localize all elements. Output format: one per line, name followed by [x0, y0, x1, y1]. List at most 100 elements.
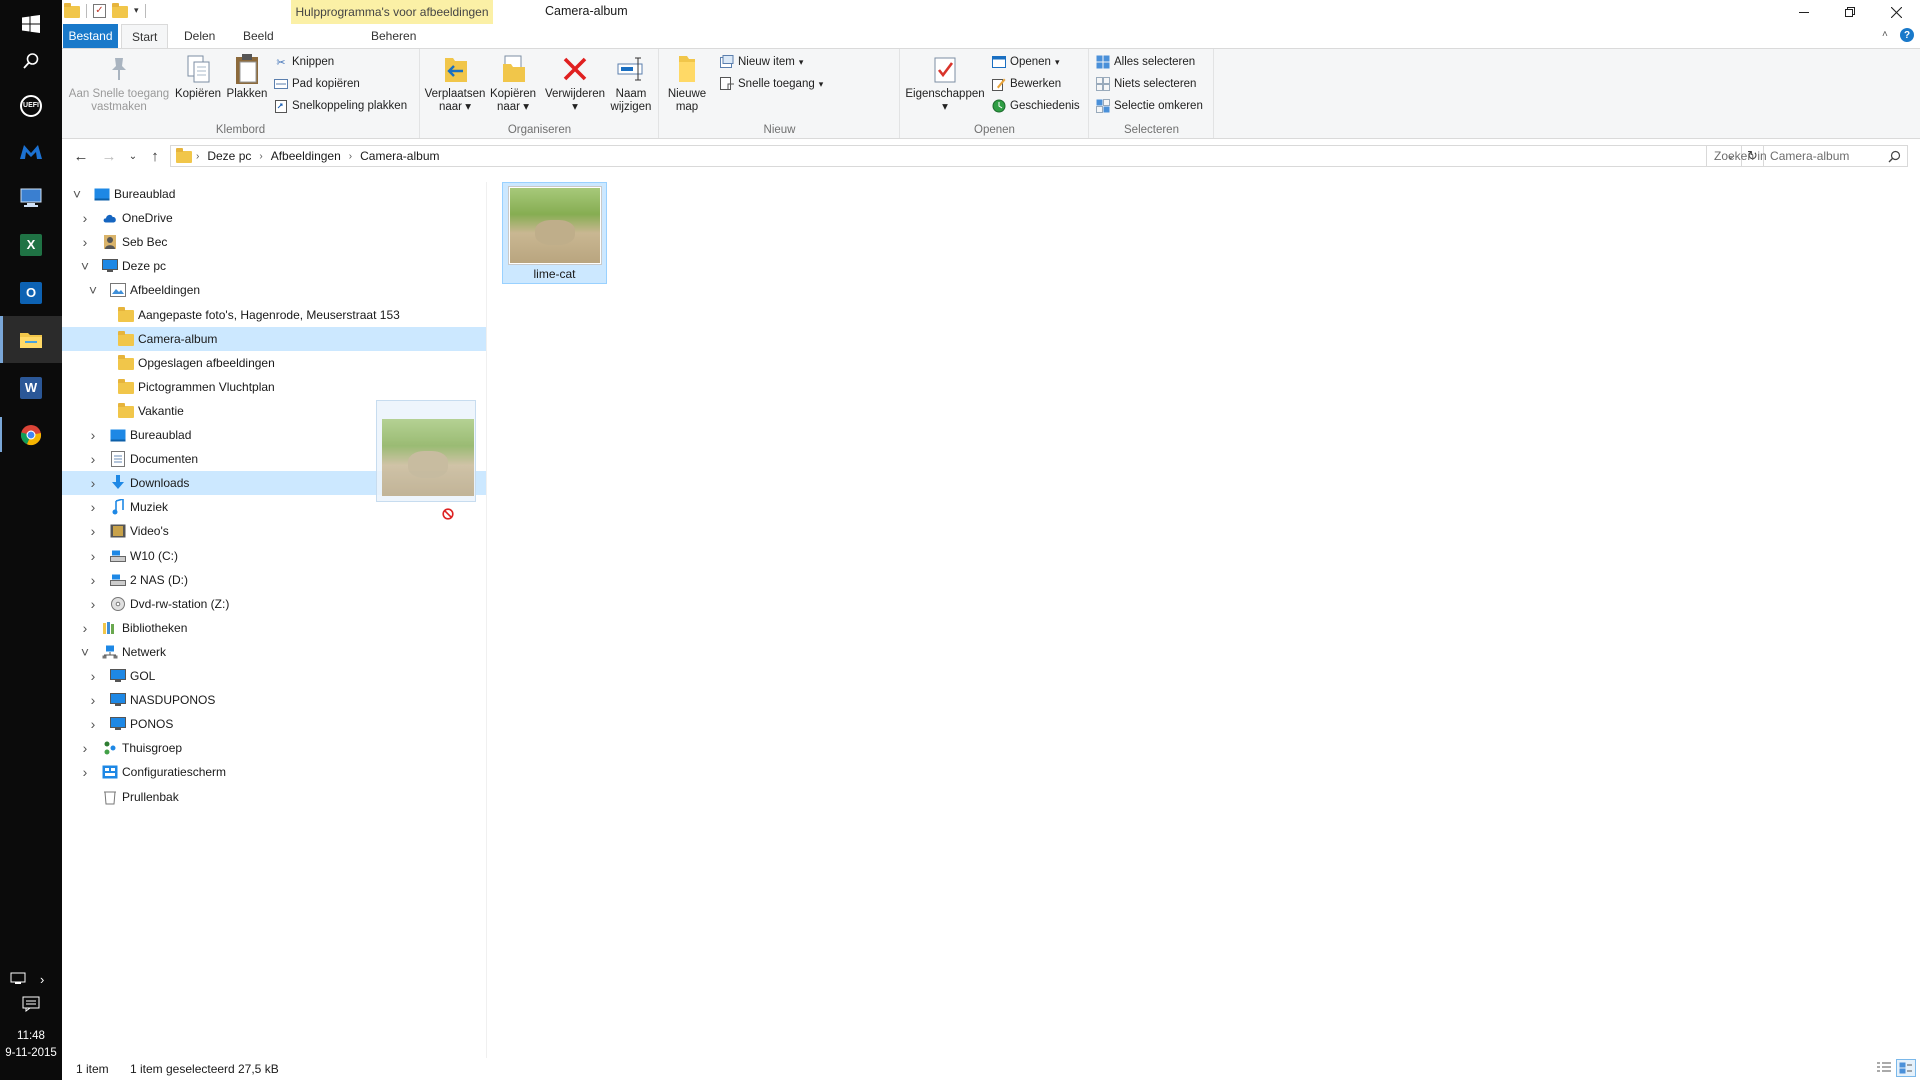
cut-button[interactable]: ✂ Knippen [274, 53, 334, 71]
tab-start[interactable]: Start [121, 24, 169, 49]
taskbar-app-word[interactable]: W [0, 364, 62, 411]
address-bar[interactable]: › Deze pc › Afbeeldingen › Camera-album … [170, 145, 1742, 167]
tree-item[interactable]: ˅ Deze pc [62, 254, 486, 278]
chevron-right-icon[interactable]: › [87, 712, 99, 736]
close-button[interactable] [1873, 0, 1919, 24]
action-center-icon[interactable] [22, 996, 40, 1015]
tree-item[interactable]: Pictogrammen Vluchtplan [62, 375, 486, 399]
chevron-right-icon[interactable]: › [87, 592, 99, 616]
minimize-button[interactable] [1781, 0, 1827, 24]
taskbar-app-chrome[interactable] [0, 411, 62, 458]
tree-item[interactable]: ˅ Afbeeldingen [62, 278, 486, 302]
breadcrumb-pictures[interactable]: Afbeeldingen [267, 149, 345, 163]
tree-item[interactable]: › 2 NAS (D:) [62, 568, 486, 592]
properties-button[interactable]: Eigenschappen ▾ [905, 53, 985, 114]
chevron-right-icon[interactable]: › [87, 471, 99, 495]
chevron-right-icon[interactable]: › [87, 495, 99, 519]
up-button[interactable]: ↑ [144, 145, 166, 167]
search-button[interactable] [0, 37, 62, 84]
taskbar-clock[interactable]: 11:48 9-11-2015 [0, 1028, 62, 1062]
copy-to-button[interactable]: Kopiëren naar ▾ [488, 53, 538, 114]
tree-item[interactable]: Camera-album [62, 326, 486, 351]
help-icon[interactable]: ? [1900, 28, 1914, 42]
tree-item[interactable]: › Bibliotheken [62, 616, 486, 640]
chevron-right-icon[interactable]: › [87, 519, 99, 543]
chevron-right-icon[interactable]: › [79, 616, 91, 640]
tree-item[interactable]: Opgeslagen afbeeldingen [62, 351, 486, 375]
title-bar[interactable]: ✓ ▾ Hulpprogramma's voor afbeeldingen Ca… [62, 0, 1920, 24]
tree-item[interactable]: › Dvd-rw-station (Z:) [62, 592, 486, 616]
paste-shortcut-button[interactable]: Snelkoppeling plakken [274, 97, 407, 115]
chevron-down-icon[interactable]: ˅ [71, 182, 83, 206]
taskbar-app-uefi[interactable]: UEFI [0, 82, 62, 129]
pin-quick-access-button[interactable]: Aan Snelle toegang vastmaken [67, 53, 171, 114]
chevron-down-icon[interactable]: ˅ [79, 640, 91, 664]
tree-item[interactable]: Prullenbak [62, 785, 486, 809]
chevron-right-icon[interactable]: › [79, 206, 91, 230]
tab-file[interactable]: Bestand [63, 24, 118, 48]
tray-expand-icon[interactable]: › [40, 972, 44, 987]
delete-button[interactable]: Verwijderen ▾ [543, 53, 607, 114]
new-folder-qat-icon[interactable] [112, 3, 128, 18]
tree-item[interactable]: Aangepaste foto's, Hagenrode, Meuserstra… [62, 303, 486, 327]
invert-selection-button[interactable]: Selectie omkeren [1096, 97, 1203, 115]
tab-view[interactable]: Beeld [233, 24, 284, 48]
taskbar-app-excel[interactable]: X [0, 221, 62, 268]
history-button[interactable]: Geschiedenis [992, 97, 1080, 115]
chevron-right-icon[interactable]: › [87, 688, 99, 712]
tab-manage[interactable]: Beheren [361, 24, 427, 48]
chevron-down-icon[interactable]: ˅ [79, 254, 91, 278]
restore-button[interactable] [1827, 0, 1873, 24]
select-all-button[interactable]: Alles selecteren [1096, 53, 1195, 71]
tree-item[interactable]: › PONOS [62, 712, 486, 736]
copy-button[interactable]: Kopiëren [174, 53, 222, 101]
tree-item[interactable]: › GOL [62, 664, 486, 688]
move-to-button[interactable]: Verplaatsen naar ▾ [424, 53, 486, 114]
easy-access-button[interactable]: Snelle toegang ▾ [720, 75, 823, 93]
tree-item[interactable]: › OneDrive [62, 206, 486, 230]
tree-item[interactable]: ˅ Bureaublad [62, 182, 486, 206]
details-view-button[interactable] [1876, 1061, 1892, 1078]
content-pane[interactable] [487, 182, 1920, 1058]
chevron-right-icon[interactable]: › [79, 760, 91, 784]
open-button[interactable]: Openen ▾ [992, 53, 1059, 71]
properties-qat-icon[interactable]: ✓ [93, 3, 106, 18]
forward-button[interactable]: → [98, 145, 120, 167]
chevron-right-icon[interactable]: › [87, 447, 99, 471]
tab-share[interactable]: Delen [174, 24, 225, 48]
tree-item[interactable]: › Thuisgroep [62, 736, 486, 760]
taskbar-app-remote-desktop[interactable] [0, 174, 62, 221]
tree-item[interactable]: ˅ Netwerk [62, 640, 486, 664]
taskbar-app-file-explorer[interactable] [0, 316, 62, 363]
chevron-right-icon[interactable]: › [87, 664, 99, 688]
tree-item[interactable]: › Seb Bec [62, 230, 486, 254]
chevron-right-icon[interactable]: › [87, 423, 99, 447]
new-folder-button[interactable]: Nieuwe map [665, 53, 709, 114]
network-tray-icon[interactable] [10, 972, 30, 989]
file-tile-lime-cat[interactable]: lime-cat [502, 182, 607, 284]
copy-path-button[interactable]: Pad kopiëren [274, 75, 360, 93]
new-item-button[interactable]: Nieuw item ▾ [720, 53, 803, 71]
tree-item[interactable]: › NASDUPONOS [62, 688, 486, 712]
chevron-right-icon[interactable]: › [79, 230, 91, 254]
customize-qat-icon[interactable]: ▾ [134, 5, 139, 16]
breadcrumb-camera-album[interactable]: Camera-album [356, 149, 443, 163]
recent-locations-button[interactable]: ⌄ [122, 145, 144, 167]
back-button[interactable]: ← [70, 145, 92, 167]
edit-button[interactable]: Bewerken [992, 75, 1061, 93]
tree-item[interactable]: › Video's [62, 519, 486, 543]
paste-button[interactable]: Plakken [224, 53, 270, 101]
tree-item[interactable]: › W10 (C:) [62, 544, 486, 568]
search-box[interactable]: Zoeken in Camera-album [1706, 145, 1908, 167]
chevron-right-icon[interactable]: › [87, 544, 99, 568]
collapse-ribbon-icon[interactable]: ˄ [1882, 29, 1888, 40]
chevron-down-icon[interactable]: ˅ [87, 278, 99, 302]
select-none-button[interactable]: Niets selecteren [1096, 75, 1196, 93]
taskbar-app-outlook[interactable]: O [0, 269, 62, 316]
chevron-right-icon[interactable]: › [87, 568, 99, 592]
breadcrumb-this-pc[interactable]: Deze pc [203, 149, 255, 163]
tree-item[interactable]: › Configuratiescherm [62, 760, 486, 784]
chevron-right-icon[interactable]: › [79, 736, 91, 760]
rename-button[interactable]: Naam wijzigen [607, 53, 655, 114]
taskbar-app-malwarebytes[interactable] [0, 128, 62, 175]
